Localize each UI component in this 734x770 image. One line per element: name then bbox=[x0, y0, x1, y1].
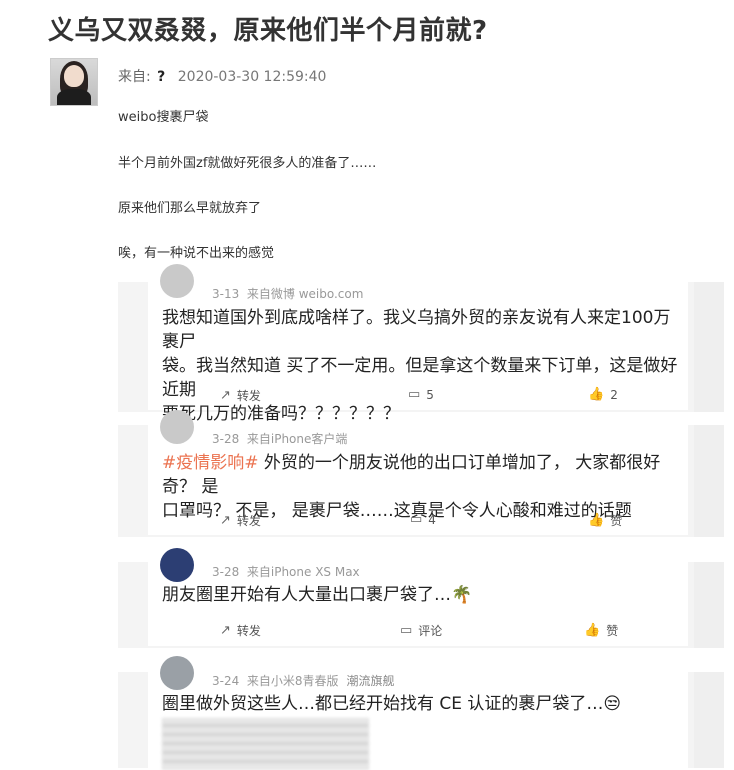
post-paragraph: 唉，有一种说不出来的感觉 bbox=[118, 246, 275, 261]
like-button[interactable]: 👍 赞 bbox=[584, 622, 618, 639]
forward-button[interactable]: ↗ 转发 bbox=[220, 512, 261, 529]
comment-source: 来自微博 weibo.com bbox=[246, 287, 364, 301]
comment-actions: ↗ 转发 ▭ 5 👍 2 bbox=[148, 387, 688, 409]
comment-date: 3-28 bbox=[212, 565, 240, 579]
post-title: 义乌又双叒叕，原来他们半个月前就? bbox=[48, 16, 488, 46]
comment-icon: ▭ bbox=[400, 623, 413, 638]
comment-count: 4 bbox=[428, 512, 436, 527]
comment-icon: ▭ bbox=[410, 512, 423, 527]
scroll-gutter bbox=[694, 282, 724, 412]
comment-count: 5 bbox=[426, 387, 434, 402]
comment-icon: ▭ bbox=[408, 387, 421, 402]
commenter-avatar[interactable] bbox=[160, 264, 194, 298]
post-timestamp: 2020-03-30 12:59:40 bbox=[177, 69, 327, 85]
comment-button[interactable]: ▭ 评论 bbox=[400, 622, 442, 639]
scroll-gutter bbox=[694, 672, 724, 768]
comment-header: 3-28 来自iPhone客户端 bbox=[212, 430, 347, 447]
post-paragraph: weibo搜裹尸袋 bbox=[118, 110, 209, 125]
comment-date: 3-24 bbox=[212, 674, 240, 688]
author-avatar[interactable] bbox=[50, 58, 98, 106]
thumbs-up-icon: 👍 bbox=[588, 513, 605, 528]
share-icon: ↗ bbox=[220, 623, 231, 638]
forward-label: 转发 bbox=[236, 624, 261, 638]
comment-line: 朋友圈里开始有人大量出口裹尸袋了…🌴 bbox=[162, 585, 473, 605]
forward-button[interactable]: ↗ 转发 bbox=[220, 387, 261, 404]
comment-actions: ↗ 转发 ▭ 4 👍 赞 bbox=[148, 512, 688, 534]
forward-label: 转发 bbox=[236, 514, 261, 528]
comment-button[interactable]: ▭ 4 bbox=[410, 512, 436, 527]
comment-button[interactable]: ▭ 5 bbox=[408, 387, 434, 402]
share-icon: ↗ bbox=[220, 388, 231, 403]
comment-line: 我想知道国外到底成啥样了。我义乌搞外贸的亲友说有人来定100万裹尸 bbox=[162, 308, 671, 352]
post-meta: 来自: ? 2020-03-30 12:59:40 bbox=[118, 66, 326, 86]
comment-header: 3-24 来自小米8青春版 潮流旗舰 bbox=[212, 672, 395, 689]
comment-text: 朋友圈里开始有人大量出口裹尸袋了…🌴 bbox=[162, 583, 687, 607]
commenter-avatar[interactable] bbox=[160, 656, 194, 690]
post-paragraph: 原来他们那么早就放弃了 bbox=[118, 201, 262, 216]
thumbs-up-icon: 👍 bbox=[584, 623, 601, 638]
comment-label: 评论 bbox=[418, 624, 443, 638]
comment-header: 3-13 来自微博 weibo.com bbox=[212, 285, 363, 302]
comment-date: 3-13 bbox=[212, 287, 240, 301]
thumbs-up-icon: 👍 bbox=[588, 387, 605, 402]
scroll-gutter bbox=[694, 425, 724, 537]
comment-line: 圈里做外贸这些人…都已经开始找有 CE 认证的裹尸袋了…😒 bbox=[162, 694, 622, 714]
forward-label: 转发 bbox=[236, 389, 261, 403]
comment-date: 3-28 bbox=[212, 432, 240, 446]
author-label: 来自: bbox=[118, 69, 151, 85]
commenter-avatar[interactable] bbox=[160, 410, 194, 444]
comment-text: 圈里做外贸这些人…都已经开始找有 CE 认证的裹尸袋了…😒 bbox=[162, 692, 687, 716]
like-label: 赞 bbox=[610, 514, 623, 528]
comment-line: #疫情影响# 外贸的一个朋友说他的出口订单增加了， 大家都很好奇？ 是 bbox=[162, 451, 687, 499]
scroll-gutter bbox=[694, 562, 724, 648]
like-label: 赞 bbox=[606, 624, 619, 638]
like-button[interactable]: 👍 赞 bbox=[588, 512, 622, 529]
device-tag: 潮流旗舰 bbox=[346, 674, 395, 688]
comment-source: 来自iPhone客户端 bbox=[246, 432, 348, 446]
attached-image-thumbnail[interactable] bbox=[162, 718, 369, 770]
question-mark-icon: ? bbox=[157, 69, 166, 85]
comment-source: 来自iPhone XS Max bbox=[246, 565, 360, 579]
like-count: 2 bbox=[610, 387, 618, 402]
like-button[interactable]: 👍 2 bbox=[588, 387, 618, 402]
comment-header: 3-28 来自iPhone XS Max bbox=[212, 563, 360, 580]
comment-actions: ↗ 转发 ▭ 评论 👍 赞 bbox=[148, 622, 688, 644]
forward-button[interactable]: ↗ 转发 bbox=[220, 622, 261, 639]
post-paragraph: 半个月前外国zf就做好死很多人的准备了…… bbox=[118, 156, 377, 171]
commenter-avatar[interactable] bbox=[160, 548, 194, 582]
share-icon: ↗ bbox=[220, 513, 231, 528]
hashtag-link[interactable]: #疫情影响# bbox=[162, 453, 259, 473]
comment-source: 来自小米8青春版 bbox=[246, 674, 339, 688]
